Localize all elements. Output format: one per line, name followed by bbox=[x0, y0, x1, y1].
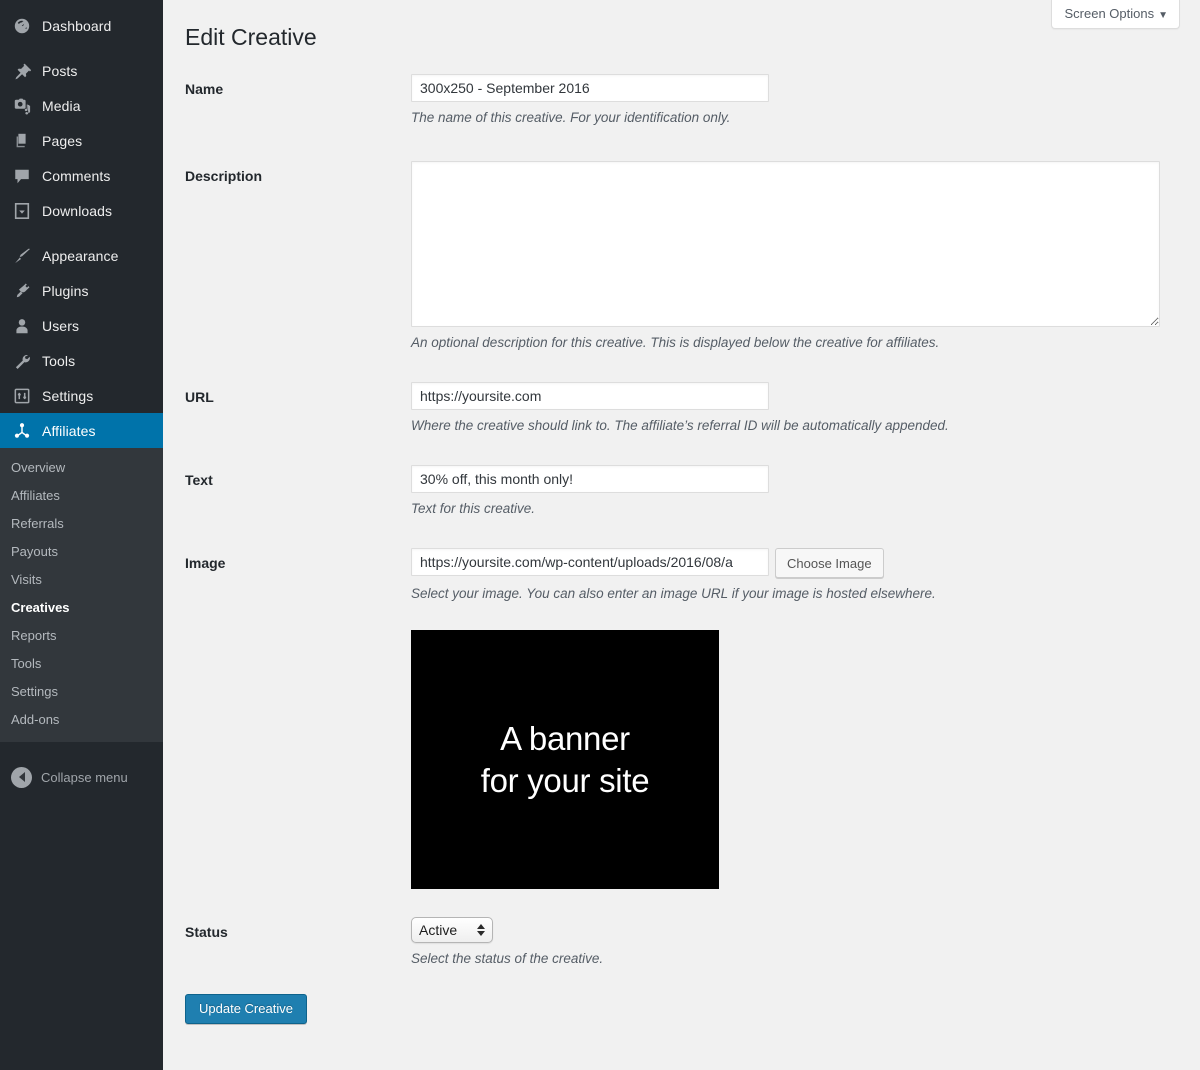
submenu-item-payouts[interactable]: Payouts bbox=[0, 538, 163, 566]
url-help-text: Where the creative should link to. The a… bbox=[411, 417, 1180, 435]
submenu-item-settings[interactable]: Settings bbox=[0, 678, 163, 706]
collapse-menu-label: Collapse menu bbox=[41, 770, 128, 785]
plug-icon bbox=[11, 281, 33, 301]
sidebar-item-affiliates[interactable]: Affiliates bbox=[0, 413, 163, 448]
name-input[interactable] bbox=[411, 74, 769, 102]
sidebar-item-label: Comments bbox=[42, 169, 110, 183]
sidebar-item-label: Plugins bbox=[42, 284, 89, 298]
description-help-text: An optional description for this creativ… bbox=[411, 334, 1180, 352]
sidebar-item-label: Affiliates bbox=[42, 424, 96, 438]
name-help-text: The name of this creative. For your iden… bbox=[411, 109, 1180, 127]
sidebar-item-dashboard[interactable]: Dashboard bbox=[0, 8, 163, 43]
sidebar-item-tools[interactable]: Tools bbox=[0, 343, 163, 378]
collapse-menu-button[interactable]: Collapse menu bbox=[0, 760, 163, 794]
sidebar-item-label: Dashboard bbox=[42, 19, 111, 33]
image-url-input[interactable] bbox=[411, 548, 769, 576]
sidebar-divider bbox=[0, 228, 163, 238]
sidebar-item-label: Settings bbox=[42, 389, 93, 403]
form-row-description: Description An optional description for … bbox=[185, 161, 1180, 352]
description-label: Description bbox=[185, 161, 411, 186]
submenu-item-creatives[interactable]: Creatives bbox=[0, 594, 163, 622]
submenu-item-overview[interactable]: Overview bbox=[0, 454, 163, 482]
submenu-item-referrals[interactable]: Referrals bbox=[0, 510, 163, 538]
sidebar-item-appearance[interactable]: Appearance bbox=[0, 238, 163, 273]
image-help-text: Select your image. You can also enter an… bbox=[411, 585, 1180, 603]
sidebar-item-label: Users bbox=[42, 319, 79, 333]
collapse-arrow-icon bbox=[11, 767, 32, 788]
sidebar-item-label: Posts bbox=[42, 64, 78, 78]
url-label: URL bbox=[185, 382, 411, 407]
sidebar-item-label: Pages bbox=[42, 134, 82, 148]
sidebar-item-posts[interactable]: Posts bbox=[0, 53, 163, 88]
form-row-name: Name The name of this creative. For your… bbox=[185, 74, 1180, 127]
text-help-text: Text for this creative. bbox=[411, 500, 1180, 518]
status-help-text: Select the status of the creative. bbox=[411, 950, 1180, 968]
submenu-item-tools[interactable]: Tools bbox=[0, 650, 163, 678]
screen-options-button[interactable]: Screen Options ▼ bbox=[1051, 0, 1180, 29]
description-textarea[interactable] bbox=[411, 161, 1160, 327]
text-label: Text bbox=[185, 465, 411, 490]
sidebar-item-label: Downloads bbox=[42, 204, 112, 218]
edit-creative-form: Name The name of this creative. For your… bbox=[185, 74, 1180, 1024]
submenu-item-visits[interactable]: Visits bbox=[0, 566, 163, 594]
screen-options-label: Screen Options bbox=[1064, 6, 1154, 21]
media-icon bbox=[11, 96, 33, 116]
comment-icon bbox=[11, 166, 33, 186]
url-input[interactable] bbox=[411, 382, 769, 410]
submenu-item-affiliates[interactable]: Affiliates bbox=[0, 482, 163, 510]
admin-screen: Dashboard Posts Media Pages Commen bbox=[0, 0, 1200, 1070]
download-icon bbox=[11, 201, 33, 221]
chevron-down-icon: ▼ bbox=[1158, 10, 1168, 21]
form-row-image: Image Choose Image Select your image. Yo… bbox=[185, 548, 1180, 889]
sidebar-item-media[interactable]: Media bbox=[0, 88, 163, 123]
text-input[interactable] bbox=[411, 465, 769, 493]
sidebar-item-label: Appearance bbox=[42, 249, 119, 263]
form-row-url: URL Where the creative should link to. T… bbox=[185, 382, 1180, 435]
sidebar-item-settings[interactable]: Settings bbox=[0, 378, 163, 413]
image-preview-line1: A banner bbox=[500, 718, 630, 760]
image-label: Image bbox=[185, 548, 411, 573]
sidebar-item-label: Tools bbox=[42, 354, 75, 368]
sidebar-item-label: Media bbox=[42, 99, 81, 113]
pin-icon bbox=[11, 61, 33, 81]
sidebar-item-users[interactable]: Users bbox=[0, 308, 163, 343]
status-label: Status bbox=[185, 917, 411, 942]
submenu-item-addons[interactable]: Add-ons bbox=[0, 706, 163, 734]
image-preview-line2: for your site bbox=[481, 760, 650, 802]
pages-icon bbox=[11, 131, 33, 151]
sidebar-item-pages[interactable]: Pages bbox=[0, 123, 163, 158]
wrench-icon bbox=[11, 351, 33, 371]
admin-sidebar: Dashboard Posts Media Pages Commen bbox=[0, 0, 163, 1070]
sidebar-item-plugins[interactable]: Plugins bbox=[0, 273, 163, 308]
sidebar-divider bbox=[0, 43, 163, 53]
submenu-item-reports[interactable]: Reports bbox=[0, 622, 163, 650]
status-select[interactable]: Active Inactive bbox=[411, 917, 493, 943]
affiliates-submenu: Overview Affiliates Referrals Payouts Vi… bbox=[0, 448, 163, 742]
form-row-text: Text Text for this creative. bbox=[185, 465, 1180, 518]
choose-image-button[interactable]: Choose Image bbox=[775, 548, 884, 578]
sliders-icon bbox=[11, 386, 33, 406]
name-label: Name bbox=[185, 74, 411, 99]
image-preview: A banner for your site bbox=[411, 630, 719, 889]
update-creative-button[interactable]: Update Creative bbox=[185, 994, 307, 1024]
dashboard-icon bbox=[11, 16, 33, 36]
brush-icon bbox=[11, 246, 33, 266]
sidebar-item-downloads[interactable]: Downloads bbox=[0, 193, 163, 228]
network-icon bbox=[11, 421, 33, 441]
user-icon bbox=[11, 316, 33, 336]
main-content: Screen Options ▼ Edit Creative Name The n… bbox=[163, 0, 1200, 1070]
page-title: Edit Creative bbox=[185, 0, 1180, 52]
sidebar-item-comments[interactable]: Comments bbox=[0, 158, 163, 193]
form-row-status: Status Active Inactive Select the status… bbox=[185, 917, 1180, 968]
